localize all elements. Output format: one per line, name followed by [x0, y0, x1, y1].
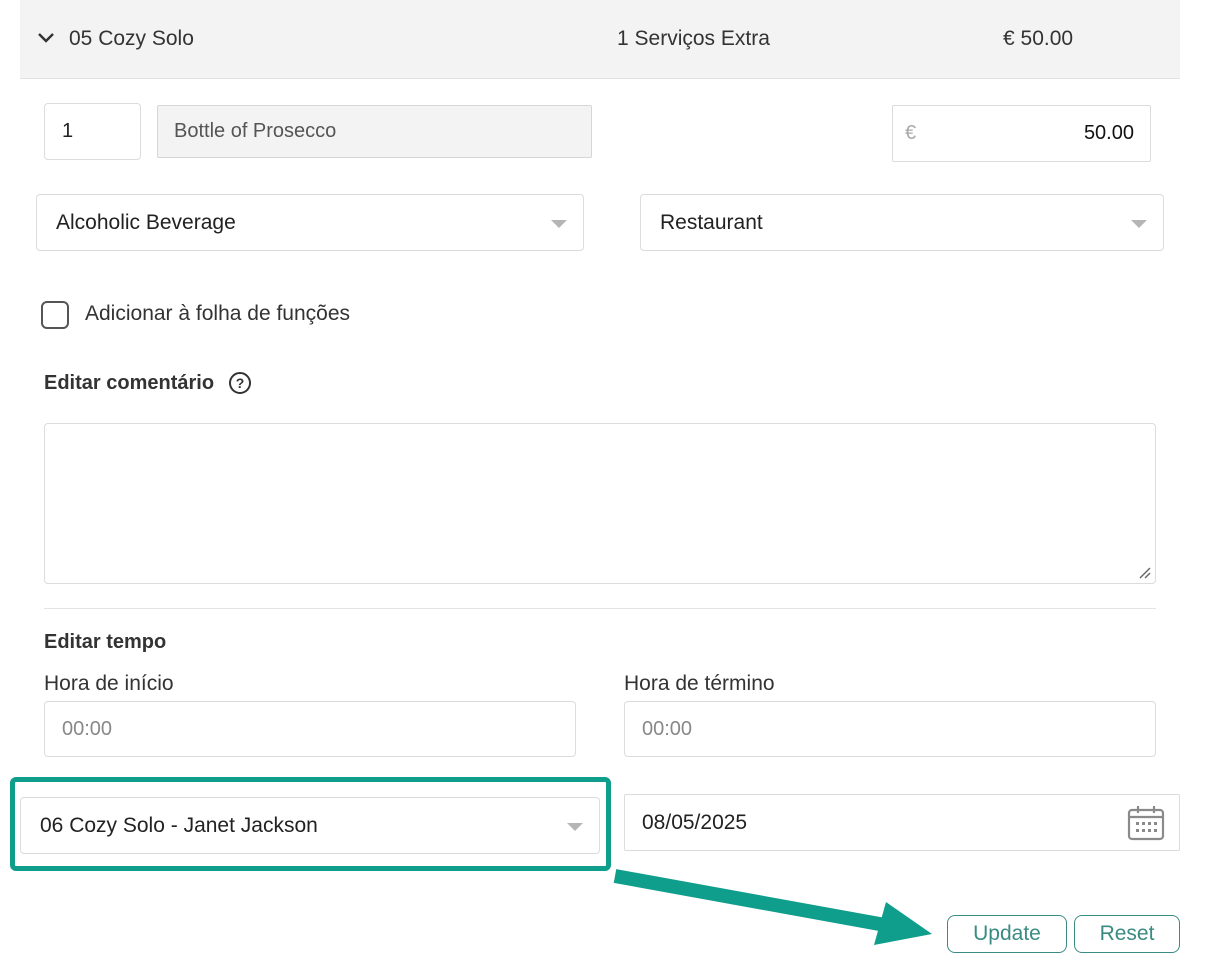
resize-handle-icon[interactable]	[1137, 565, 1151, 579]
department-select[interactable]: Restaurant	[640, 194, 1164, 251]
start-time-input[interactable]: 00:00	[44, 701, 576, 757]
comment-title: Editar comentário	[44, 372, 215, 394]
date-input[interactable]: 08/05/2025	[624, 794, 1180, 851]
category-select[interactable]: Alcoholic Beverage	[36, 194, 584, 251]
quantity-input[interactable]: 1	[44, 103, 141, 160]
services-count: 1 Serviços Extra	[617, 27, 770, 50]
chevron-down-icon[interactable]	[37, 31, 55, 45]
divider	[44, 608, 1156, 609]
category-value: Alcoholic Beverage	[56, 211, 236, 234]
currency-symbol: €	[905, 122, 917, 144]
date-value: 08/05/2025	[642, 811, 748, 834]
department-value: Restaurant	[660, 211, 763, 234]
help-circle-icon[interactable]: ?	[229, 372, 251, 394]
start-time-label: Hora de início	[44, 672, 174, 695]
calendar-icon[interactable]	[1127, 805, 1165, 841]
update-button[interactable]: Update	[947, 915, 1067, 953]
price-value: 50.00	[1083, 122, 1134, 144]
add-to-function-sheet-checkbox[interactable]	[41, 301, 69, 329]
time-title: Editar tempo	[44, 631, 167, 653]
reset-button[interactable]: Reset	[1074, 915, 1180, 953]
end-time-label: Hora de término	[624, 672, 775, 695]
booking-select[interactable]: 06 Cozy Solo - Janet Jackson	[20, 797, 600, 854]
price-input[interactable]: € 50.00	[892, 105, 1151, 162]
end-time-input[interactable]: 00:00	[624, 701, 1156, 757]
caret-down-icon	[567, 823, 583, 831]
booking-value: 06 Cozy Solo - Janet Jackson	[40, 814, 318, 837]
checkbox-label[interactable]: Adicionar à folha de funções	[85, 302, 350, 326]
caret-down-icon	[1131, 220, 1147, 228]
room-title: 05 Cozy Solo	[69, 27, 194, 50]
item-description: Bottle of Prosecco	[157, 105, 592, 158]
comment-textarea[interactable]	[44, 423, 1156, 584]
room-total: € 50.00	[1003, 27, 1074, 50]
caret-down-icon	[551, 220, 567, 228]
